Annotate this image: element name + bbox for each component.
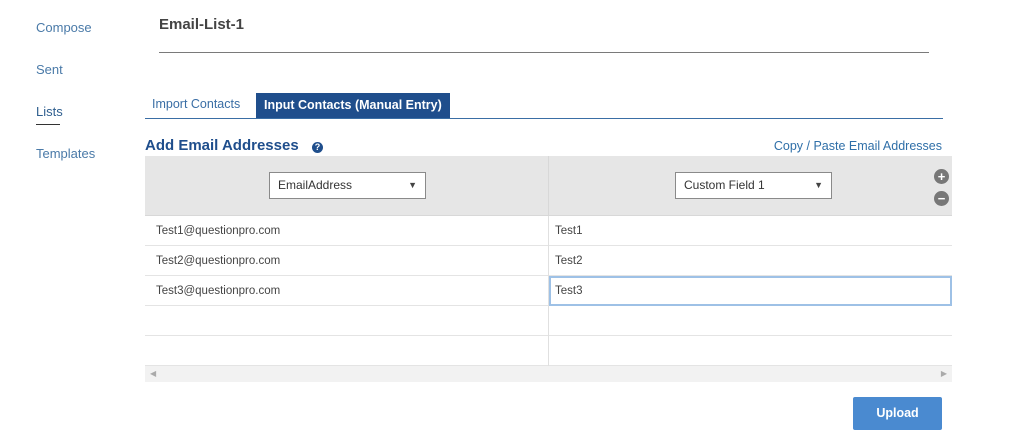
scroll-left-icon[interactable]: ◀ [150,369,156,378]
sidebar-item-sent[interactable]: Sent [36,62,63,77]
table-cell[interactable]: Test1 [549,216,952,246]
section-title: Add Email Addresses [145,137,299,154]
table-row: Test3@questionpro.com Test3 [145,276,952,306]
help-icon[interactable]: ? [312,142,323,153]
table-row: Test2@questionpro.com Test2 [145,246,952,276]
upload-button[interactable]: Upload [853,397,942,430]
sidebar-item-lists[interactable]: Lists [36,104,63,125]
column-1-field-select[interactable]: EmailAddress ▼ [269,172,426,199]
add-column-icon[interactable]: + [934,169,949,184]
grid-header: EmailAddress ▼ Custom Field 1 ▼ + − [145,156,952,216]
sidebar-item-templates[interactable]: Templates [36,146,95,161]
horizontal-scrollbar[interactable]: ◀ ▶ [145,366,952,382]
table-cell[interactable]: Test1@questionpro.com [145,216,549,246]
table-cell[interactable]: Test3@questionpro.com [145,276,549,306]
table-cell[interactable] [145,336,549,366]
chevron-down-icon: ▼ [408,180,417,190]
tab-input-contacts-manual[interactable]: Input Contacts (Manual Entry) [256,93,450,118]
title-divider [159,52,929,53]
contacts-grid: EmailAddress ▼ Custom Field 1 ▼ + − Test… [145,156,952,382]
active-indicator [36,124,60,125]
table-row [145,306,952,336]
tab-bar: Import Contacts Input Contacts (Manual E… [145,93,943,119]
page-title: Email-List-1 [159,16,245,33]
column-header-2: Custom Field 1 ▼ [549,156,952,216]
remove-column-icon[interactable]: − [934,191,949,206]
table-cell[interactable]: Test2 [549,246,952,276]
table-cell[interactable]: Test2@questionpro.com [145,246,549,276]
tab-import-contacts[interactable]: Import Contacts [145,93,247,118]
copy-paste-link[interactable]: Copy / Paste Email Addresses [774,139,942,153]
column-header-1: EmailAddress ▼ [145,156,549,216]
scroll-right-icon[interactable]: ▶ [941,369,947,378]
table-cell[interactable] [549,306,952,336]
sidebar-item-label: Lists [36,104,63,119]
table-cell[interactable] [145,306,549,336]
select-value: Custom Field 1 [684,178,765,192]
table-row [145,336,952,366]
chevron-down-icon: ▼ [814,180,823,190]
column-2-field-select[interactable]: Custom Field 1 ▼ [675,172,832,199]
table-cell[interactable] [549,336,952,366]
table-row: Test1@questionpro.com Test1 [145,216,952,246]
sidebar-item-compose[interactable]: Compose [36,20,92,35]
table-cell-selected[interactable]: Test3 [549,276,952,306]
select-value: EmailAddress [278,178,353,192]
